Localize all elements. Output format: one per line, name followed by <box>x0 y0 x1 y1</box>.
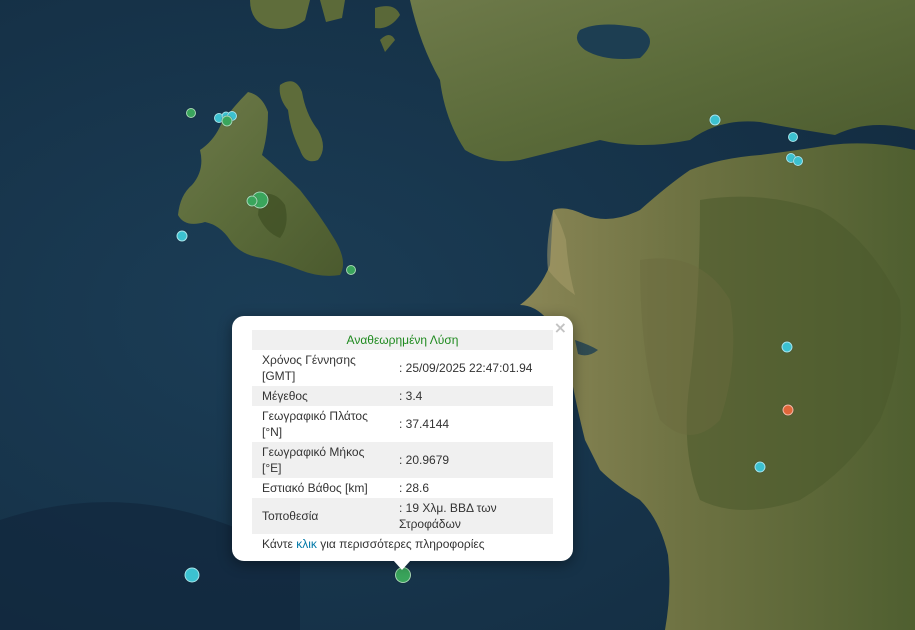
popup-tip <box>393 560 411 570</box>
earthquake-marker[interactable] <box>346 265 356 275</box>
earthquake-marker[interactable] <box>221 115 233 127</box>
row-label: Γεωγραφικό Πλάτος [°N] <box>262 409 368 439</box>
row-value: : 25/09/2025 22:47:01.94 <box>399 361 533 375</box>
earthquake-marker[interactable] <box>782 404 794 416</box>
earthquake-marker[interactable] <box>793 156 803 166</box>
popup-title: Αναθεωρημένη Λύση <box>252 330 553 350</box>
row-value: : 20.9679 <box>389 442 553 478</box>
earthquake-popup: × Αναθεωρημένη Λύση Χρόνος Γέννησης [GMT… <box>232 316 573 561</box>
footer-suffix: για περισσότερες πληροφορίες <box>316 537 485 551</box>
table-row: Γεωγραφικό Πλάτος [°N] : 37.4144 <box>252 406 553 442</box>
footer-prefix: Κάντε <box>262 537 297 551</box>
earthquake-marker[interactable] <box>246 195 258 207</box>
row-value: : 3.4 <box>389 386 553 406</box>
earthquake-marker[interactable] <box>186 108 196 118</box>
table-row: Εστιακό Βάθος [km] : 28.6 <box>252 478 553 498</box>
popup-footer: Κάντε κλικ για περισσότερες πληροφορίες <box>252 537 553 551</box>
table-row: Χρόνος Γέννησης [GMT] : 25/09/2025 22:47… <box>252 350 553 386</box>
earthquake-details-table: Αναθεωρημένη Λύση Χρόνος Γέννησης [GMT] … <box>252 330 553 534</box>
row-label: Εστιακό Βάθος [km] <box>262 481 368 495</box>
row-label: Μέγεθος <box>252 386 389 406</box>
more-info-link[interactable]: κλικ <box>296 537 317 551</box>
earthquake-marker[interactable] <box>176 230 188 242</box>
earthquake-marker[interactable] <box>788 132 798 142</box>
table-row: Μέγεθος : 3.4 <box>252 386 553 406</box>
close-icon[interactable]: × <box>554 319 567 337</box>
earthquake-marker[interactable] <box>709 114 721 126</box>
row-label: Γεωγραφικό Μήκος [°E] <box>252 442 389 478</box>
row-label: Τοποθεσία <box>252 498 389 534</box>
table-row: Γεωγραφικό Μήκος [°E] : 20.9679 <box>252 442 553 478</box>
row-value: : 37.4144 <box>399 417 450 431</box>
earthquake-marker[interactable] <box>781 341 793 353</box>
row-value: : 28.6 <box>399 481 430 495</box>
table-row: Αναθεωρημένη Λύση <box>252 330 553 350</box>
table-row: Τοποθεσία : 19 Χλμ. ΒΒΔ των Στροφάδων <box>252 498 553 534</box>
earthquake-marker[interactable] <box>184 567 200 583</box>
row-value: : 19 Χλμ. ΒΒΔ των Στροφάδων <box>389 498 553 534</box>
earthquake-marker[interactable] <box>754 461 766 473</box>
row-label: Χρόνος Γέννησης [GMT] <box>262 353 356 383</box>
